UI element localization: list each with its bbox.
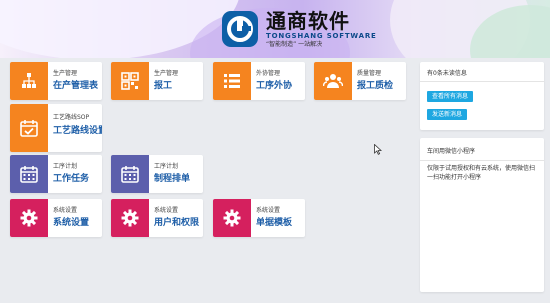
miniprogram-panel: 车间用微信小程序 仅限于试用授权和有云系统，使用微信扫一扫功能打开小程序 bbox=[420, 138, 544, 292]
tile-process-route[interactable]: 工艺路线SOP 工艺路线设置 bbox=[10, 104, 102, 152]
brand-logo: 通商软件 TONGSHANG SOFTWARE “智能制造” 一站解决 bbox=[220, 7, 377, 51]
tile-category: 质量管理 bbox=[357, 70, 382, 77]
tile-title: 在产管理表 bbox=[53, 81, 99, 91]
header-banner: 通商软件 TONGSHANG SOFTWARE “智能制造” 一站解决 bbox=[0, 0, 550, 58]
tile-production-table[interactable]: 生产管理 在产管理表 bbox=[10, 62, 102, 100]
miniprogram-header: 车间用微信小程序 bbox=[427, 148, 476, 155]
mouse-cursor-icon bbox=[374, 144, 382, 155]
tile-category: 生产管理 bbox=[53, 70, 78, 77]
unread-messages-header: 有0条未读信息 bbox=[427, 70, 467, 77]
tile-title: 工艺路线设置 bbox=[53, 126, 102, 136]
tile-users-permissions[interactable]: 系统设置 用户和权限 bbox=[111, 199, 203, 237]
calendar-icon bbox=[111, 155, 149, 193]
qr-code-icon bbox=[111, 62, 149, 100]
tile-title: 单据模板 bbox=[256, 218, 293, 228]
tile-work-tasks[interactable]: 工序计划 工作任务 bbox=[10, 155, 102, 193]
tile-category: 生产管理 bbox=[154, 70, 179, 77]
tile-title: 报工质检 bbox=[357, 81, 394, 91]
tile-title: 系统设置 bbox=[53, 218, 90, 228]
tile-process-scheduling[interactable]: 工序计划 制程排单 bbox=[111, 155, 203, 193]
users-icon bbox=[314, 62, 352, 100]
messages-panel: 有0条未读信息 查看所有消息 发送新消息 bbox=[420, 62, 544, 130]
tile-system-settings[interactable]: 系统设置 系统设置 bbox=[10, 199, 102, 237]
tile-title: 制程排单 bbox=[154, 174, 191, 184]
tile-category: 工序计划 bbox=[53, 163, 78, 170]
send-new-message-button[interactable]: 发送新消息 bbox=[427, 109, 468, 120]
brand-name: 通商软件 bbox=[266, 8, 350, 33]
view-all-messages-button[interactable]: 查看所有消息 bbox=[427, 91, 474, 102]
gear-icon bbox=[213, 199, 251, 237]
tile-title: 工序外协 bbox=[256, 81, 293, 91]
gear-icon bbox=[10, 199, 48, 237]
tile-outsourcing[interactable]: 外协管理 工序外协 bbox=[213, 62, 305, 100]
tile-report-work[interactable]: 生产管理 报工 bbox=[111, 62, 203, 100]
tile-category: 工艺路线SOP bbox=[53, 114, 90, 121]
tile-title: 用户和权限 bbox=[154, 218, 200, 228]
divider bbox=[420, 81, 544, 82]
calendar-check-icon bbox=[10, 104, 48, 152]
tile-category: 系统设置 bbox=[154, 207, 179, 214]
tile-category: 系统设置 bbox=[256, 207, 281, 214]
calendar-icon bbox=[10, 155, 48, 193]
list-icon bbox=[213, 62, 251, 100]
tile-category: 外协管理 bbox=[256, 70, 281, 77]
tile-title: 报工 bbox=[154, 81, 173, 91]
miniprogram-description: 仅限于试用授权和有云系统，使用微信扫一扫功能打开小程序 bbox=[427, 165, 536, 181]
tile-category: 系统设置 bbox=[53, 207, 78, 214]
tile-quality-check[interactable]: 质量管理 报工质检 bbox=[314, 62, 406, 100]
logo-icon bbox=[222, 11, 258, 47]
brand-english: TONGSHANG SOFTWARE bbox=[266, 31, 377, 40]
tile-title: 工作任务 bbox=[53, 174, 90, 184]
gear-icon bbox=[111, 199, 149, 237]
tile-document-templates[interactable]: 系统设置 单据模板 bbox=[213, 199, 305, 237]
brand-slogan: “智能制造” 一站解决 bbox=[266, 40, 323, 48]
divider bbox=[420, 160, 544, 161]
tile-category: 工序计划 bbox=[154, 163, 179, 170]
sitemap-icon bbox=[10, 62, 48, 100]
